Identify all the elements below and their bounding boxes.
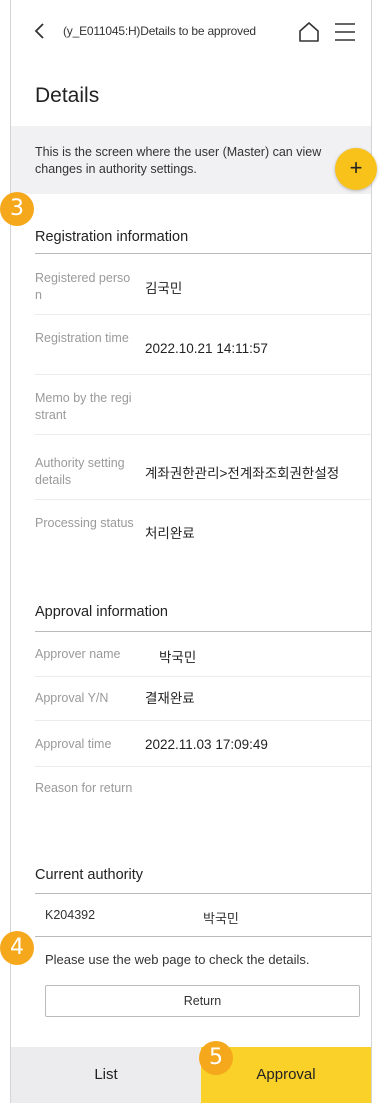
row-label: Approval Y/N [35, 691, 109, 705]
row-divider [35, 434, 371, 435]
row-label: Registered person [35, 271, 131, 302]
bottom-action-bar: List Approval [11, 1047, 371, 1103]
section-divider [35, 253, 371, 254]
row-value: 결재완료 [145, 691, 195, 706]
app-header: (y_E011045:H)Details to be approved [11, 0, 371, 62]
row-label: Processing status [35, 516, 134, 530]
row-divider [35, 676, 371, 677]
authority-name: 박국민 [203, 911, 239, 926]
row-label: Authority setting details [35, 456, 125, 487]
row-label: Memo by the registrant [35, 391, 132, 422]
row-divider [35, 720, 371, 721]
row-divider [35, 499, 371, 500]
return-button[interactable]: Return [45, 985, 360, 1017]
list-button[interactable]: List [11, 1047, 201, 1103]
current-authority-table: K204392 박국민 [35, 893, 371, 937]
row-divider [35, 766, 371, 767]
row-label: Approver name [35, 647, 121, 661]
row-value: 2022.10.21 14:11:57 [145, 341, 268, 356]
add-floating-button[interactable]: + [335, 148, 377, 190]
home-icon[interactable] [297, 20, 321, 44]
row-value: 박국민 [159, 650, 197, 665]
section-divider [35, 631, 371, 632]
authority-code: K204392 [45, 908, 96, 922]
app-frame: (y_E011045:H)Details to be approved Deta… [10, 0, 377, 1103]
row-value: 계좌권한관리>전계좌조회권한설정 [145, 466, 340, 481]
row-label: Registration time [35, 331, 129, 345]
chevron-left-icon[interactable] [31, 22, 49, 40]
step-badge-4: 4 [0, 931, 34, 965]
row-value: 처리완료 [145, 526, 195, 541]
notice-banner: This is the screen where the user (Maste… [11, 126, 371, 194]
row-label: Approval time [35, 737, 112, 751]
web-page-note: Please use the web page to check the det… [45, 952, 310, 967]
row-divider [35, 314, 371, 315]
hamburger-menu-icon[interactable] [334, 22, 356, 42]
step-badge-5: 5 [199, 1041, 233, 1075]
row-value: 김국민 [145, 281, 183, 296]
row-label: Reason for return [35, 781, 133, 795]
current-authority-title: Current authority [35, 867, 143, 883]
header-title: (y_E011045:H)Details to be approved [63, 24, 256, 38]
registration-section-title: Registration information [35, 229, 189, 245]
step-badge-3: 3 [0, 192, 34, 226]
approval-section-title: Approval information [35, 604, 168, 620]
row-divider [35, 374, 371, 375]
row-value: 2022.11.03 17:09:49 [145, 737, 268, 752]
page-title: Details [35, 84, 100, 107]
